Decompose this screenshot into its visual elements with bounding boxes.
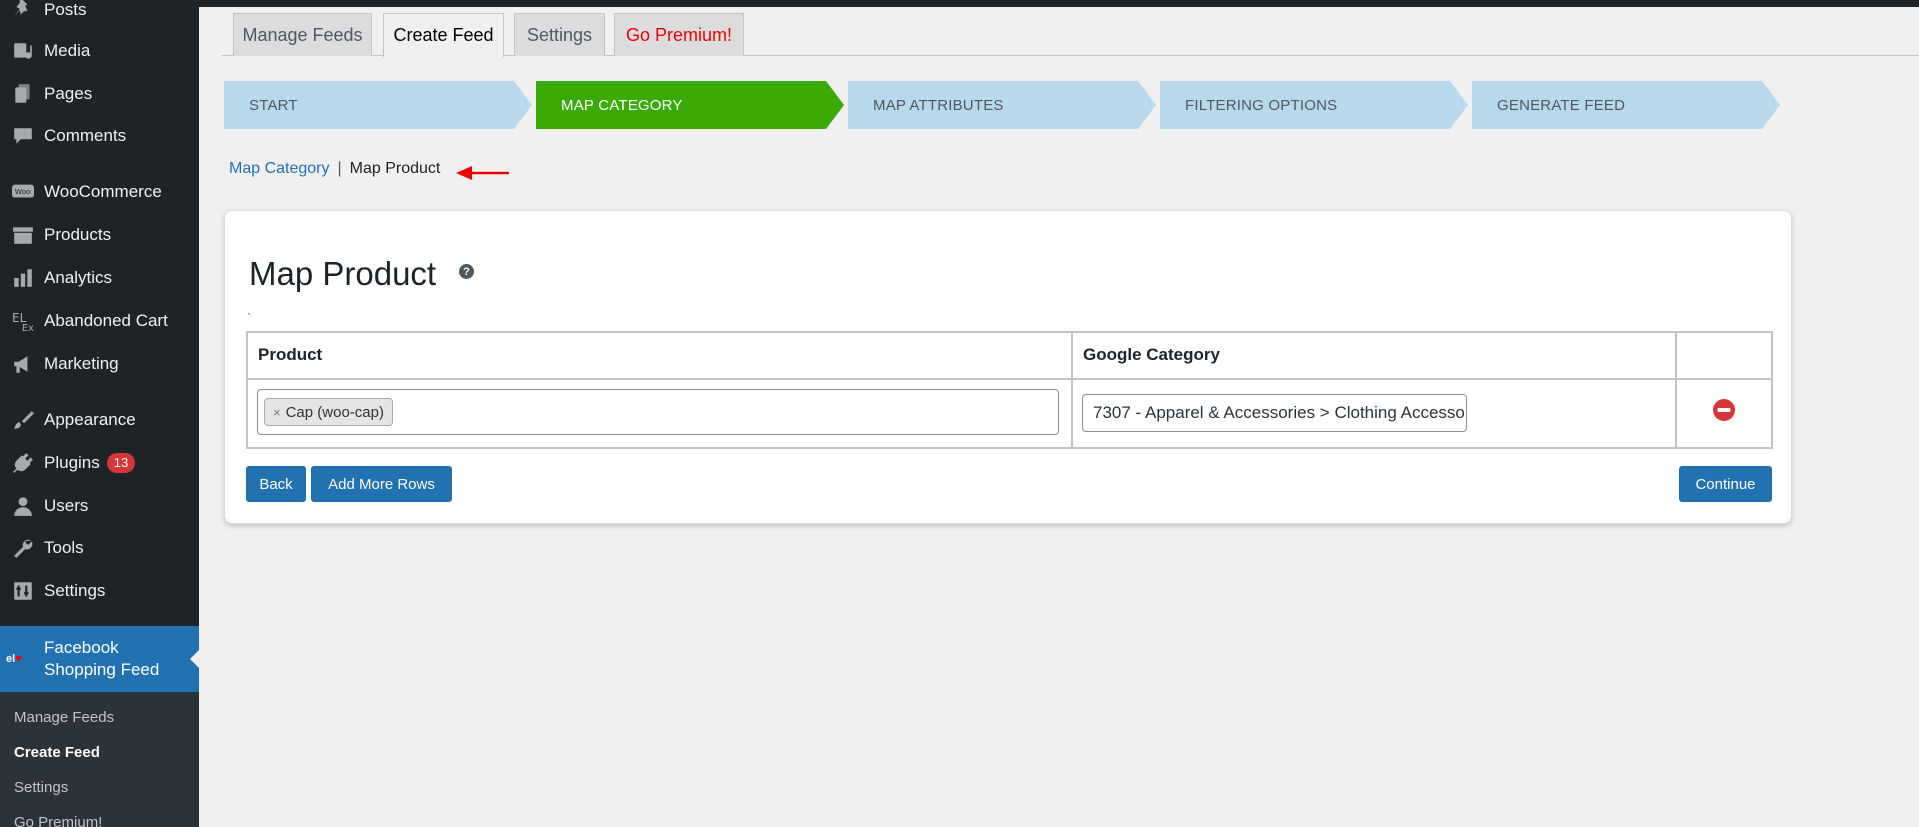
sidebar-item-media[interactable]: Media (0, 31, 199, 71)
add-more-rows-button[interactable]: Add More Rows (311, 466, 452, 502)
svg-text:Woo: Woo (15, 187, 31, 196)
sidebar-item-marketing[interactable]: Marketing (0, 344, 199, 384)
tab-create-feed[interactable]: Create Feed (383, 13, 504, 57)
step-map-category: MAP CATEGORY (536, 81, 844, 129)
submenu-manage-feeds[interactable]: Manage Feeds (14, 709, 114, 726)
sidebar-item-label: Comments (44, 126, 127, 145)
user-icon (9, 495, 37, 517)
map-product-card: Map Product ? ` Product Google Category … (224, 210, 1792, 524)
pages-icon (9, 83, 37, 105)
column-header-product: Product (258, 345, 323, 364)
sidebar-item-label: Settings (44, 581, 106, 600)
submenu-create-feed[interactable]: Create Feed (14, 744, 100, 761)
tab-manage-feeds[interactable]: Manage Feeds (233, 13, 372, 56)
sidebar-item-label: Appearance (44, 410, 136, 429)
sidebar-item-facebook-shopping-feed[interactable]: el♥ Facebook Shopping Feed (0, 626, 199, 692)
help-icon[interactable]: ? (459, 264, 474, 279)
column-header-google-category: Google Category (1083, 345, 1220, 364)
breadcrumb-current: Map Product (349, 160, 441, 177)
admin-top-bar (199, 0, 1919, 7)
elex-logo-icon: el♥ (6, 653, 22, 665)
table-divider (1675, 333, 1677, 447)
sidebar-item-analytics[interactable]: Analytics (0, 258, 199, 298)
step-filtering-options: FILTERING OPTIONS (1160, 81, 1468, 129)
tab-go-premium[interactable]: Go Premium! (614, 13, 744, 56)
step-generate-feed: GENERATE FEED (1472, 81, 1780, 129)
remove-row-icon[interactable] (1712, 398, 1736, 422)
pin-icon (9, 0, 37, 21)
brush-icon (9, 409, 37, 431)
admin-sidebar: Posts Media Pages Comments Woo WooCommer… (0, 0, 199, 827)
chip-remove-icon[interactable]: × (273, 405, 281, 420)
bar-chart-icon (9, 267, 37, 289)
active-menu-label-line2: Shopping Feed (44, 660, 160, 679)
sidebar-submenu: Manage Feeds Create Feed Settings Go Pre… (0, 692, 199, 827)
sidebar-item-label: Posts (44, 0, 87, 19)
red-arrow-left-icon (456, 166, 509, 180)
product-chip-label: Cap (woo-cap) (285, 403, 384, 421)
sidebar-item-label: Pages (44, 84, 93, 103)
sidebar-item-label: Marketing (44, 354, 119, 373)
archive-icon (9, 224, 37, 246)
table-header-divider (248, 378, 1771, 380)
step-start: START (224, 81, 532, 129)
woo-icon: Woo (9, 181, 37, 203)
product-select-input[interactable]: × Cap (woo-cap) (257, 389, 1059, 435)
sidebar-item-label: Products (44, 225, 112, 244)
sidebar-item-label: Abandoned Cart (44, 311, 168, 330)
active-menu-label-line1: Facebook (44, 638, 119, 657)
sidebar-item-plugins[interactable]: Plugins 13 (0, 443, 199, 483)
svg-text:Ex: Ex (22, 323, 34, 332)
feed-tabs: Manage Feeds Create Feed Settings Go Pre… (222, 12, 1919, 57)
sidebar-item-appearance[interactable]: Appearance (0, 400, 199, 440)
sidebar-item-label: Plugins (44, 453, 100, 472)
tab-settings[interactable]: Settings (514, 13, 605, 56)
sidebar-item-settings[interactable]: Settings (0, 571, 199, 611)
continue-button[interactable]: Continue (1679, 466, 1772, 502)
sidebar-item-label: Tools (44, 538, 84, 557)
sidebar-item-label: Analytics (44, 268, 113, 287)
breadcrumb-separator: | (337, 160, 342, 177)
elex-icon: EL Ex (9, 310, 37, 332)
sidebar-item-pages[interactable]: Pages (0, 74, 199, 114)
sidebar-item-products[interactable]: Products (0, 215, 199, 255)
sidebar-item-tools[interactable]: Tools (0, 528, 199, 568)
table-divider (1071, 333, 1073, 447)
sidebar-item-comments[interactable]: Comments (0, 116, 199, 156)
sidebar-item-label: Users (44, 496, 89, 515)
product-chip: × Cap (woo-cap) (264, 398, 393, 426)
submenu-go-premium[interactable]: Go Premium! (14, 814, 102, 827)
sidebar-item-label: WooCommerce (44, 182, 162, 201)
sidebar-item-users[interactable]: Users (0, 486, 199, 526)
sidebar-item-posts[interactable]: Posts (0, 0, 199, 30)
sidebar-item-woocommerce[interactable]: Woo WooCommerce (0, 172, 199, 212)
map-product-table: Product Google Category × Cap (woo-cap) (246, 331, 1773, 449)
stray-tick: ` (247, 311, 251, 325)
breadcrumb: Map Category | Map Product (229, 160, 440, 178)
comment-icon (9, 125, 37, 147)
plugin-icon (9, 452, 37, 474)
submenu-settings[interactable]: Settings (14, 779, 68, 796)
breadcrumb-map-category-link[interactable]: Map Category (229, 160, 330, 178)
megaphone-icon (9, 353, 37, 375)
media-icon (9, 40, 37, 62)
back-button[interactable]: Back (246, 466, 306, 502)
step-map-attributes: MAP ATTRIBUTES (848, 81, 1156, 129)
sidebar-item-label: Media (44, 41, 91, 60)
page-title: Map Product (249, 255, 437, 292)
settings-icon (9, 580, 37, 602)
google-category-input[interactable]: 7307 - Apparel & Accessories > Clothing … (1082, 394, 1467, 432)
plugins-update-badge: 13 (106, 453, 136, 473)
wrench-icon (9, 537, 37, 559)
sidebar-item-abandoned-cart[interactable]: EL Ex Abandoned Cart (0, 301, 199, 341)
